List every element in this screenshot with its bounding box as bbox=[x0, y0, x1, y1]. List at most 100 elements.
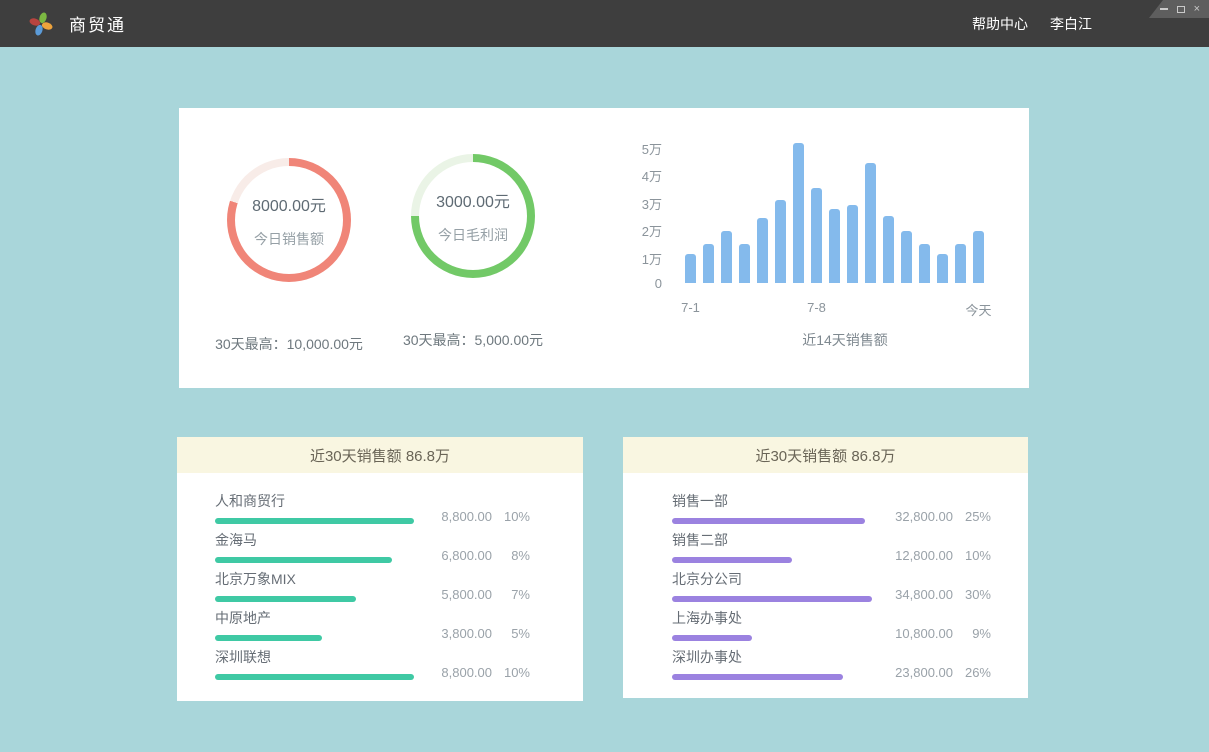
bar bbox=[901, 231, 912, 283]
list-item: 金海马 6,800.00 8% bbox=[177, 530, 583, 563]
item-percent: 10% bbox=[953, 548, 991, 563]
y-axis-tick: 0 bbox=[622, 276, 662, 291]
item-label: 金海马 bbox=[215, 530, 392, 550]
item-progress-bar bbox=[215, 596, 356, 602]
y-axis-tick: 4万 bbox=[622, 166, 662, 185]
list-item: 北京万象MIX 5,800.00 7% bbox=[177, 569, 583, 602]
departments-sales-card: 近30天销售额 86.8万 销售一部 32,800.00 25% 销售二部 12… bbox=[623, 437, 1028, 698]
close-icon[interactable]: × bbox=[1194, 4, 1200, 14]
item-progress-bar bbox=[672, 557, 792, 563]
item-label: 上海办事处 bbox=[672, 608, 752, 628]
bar bbox=[775, 200, 786, 283]
y-axis-tick: 5万 bbox=[622, 139, 662, 158]
app-title: 商贸通 bbox=[69, 11, 126, 36]
customers-sales-card: 近30天销售额 86.8万 人和商贸行 8,800.00 10% 金海马 6,8… bbox=[177, 437, 583, 701]
list-item: 深圳联想 8,800.00 10% bbox=[177, 647, 583, 680]
item-percent: 25% bbox=[953, 509, 991, 524]
help-center-link[interactable]: 帮助中心 bbox=[972, 14, 1028, 34]
today-sales-30d-max: 30天最高：10,000.00元 bbox=[215, 334, 363, 354]
today-profit-30d-max: 30天最高：5,000.00元 bbox=[403, 330, 543, 350]
minimize-icon[interactable] bbox=[1160, 8, 1168, 10]
item-value: 8,800.00 bbox=[441, 665, 492, 680]
today-profit-label: 今日毛利润 bbox=[438, 225, 508, 245]
item-value: 12,800.00 bbox=[895, 548, 953, 563]
item-percent: 5% bbox=[492, 626, 530, 641]
bar-chart-title: 近14天销售额 bbox=[802, 330, 888, 350]
window-controls: × bbox=[1149, 0, 1209, 18]
item-label: 人和商贸行 bbox=[215, 491, 414, 511]
bar bbox=[703, 244, 714, 283]
item-label: 北京分公司 bbox=[672, 569, 872, 589]
list-item: 销售二部 12,800.00 10% bbox=[623, 530, 1028, 563]
bar bbox=[865, 163, 876, 283]
y-axis-tick: 1万 bbox=[622, 249, 662, 268]
bar bbox=[739, 244, 750, 283]
item-value: 5,800.00 bbox=[441, 587, 492, 602]
today-sales-label: 今日销售额 bbox=[254, 229, 324, 249]
bar-chart-bars bbox=[685, 142, 984, 283]
today-profit-value: 3000.00元 bbox=[436, 188, 510, 212]
maximize-icon[interactable] bbox=[1177, 6, 1185, 13]
list-item: 北京分公司 34,800.00 30% bbox=[623, 569, 1028, 602]
item-progress-bar bbox=[215, 557, 392, 563]
item-progress-bar bbox=[672, 635, 752, 641]
item-percent: 10% bbox=[492, 665, 530, 680]
y-axis-tick: 2万 bbox=[622, 221, 662, 240]
username[interactable]: 李白江 bbox=[1050, 14, 1092, 34]
item-value: 10,800.00 bbox=[895, 626, 953, 641]
item-value: 3,800.00 bbox=[441, 626, 492, 641]
today-sales-block: 8000.00元 今日销售额 30天最高：10,000.00元 bbox=[194, 158, 384, 354]
item-value: 23,800.00 bbox=[895, 665, 953, 680]
list-item: 深圳办事处 23,800.00 26% bbox=[623, 647, 1028, 680]
bar bbox=[793, 143, 804, 283]
item-value: 32,800.00 bbox=[895, 509, 953, 524]
today-profit-block: 3000.00元 今日毛利润 30天最高：5,000.00元 bbox=[378, 154, 568, 350]
y-axis-tick: 3万 bbox=[622, 194, 662, 213]
today-sales-donut-chart: 8000.00元 今日销售额 bbox=[227, 158, 351, 282]
item-progress-bar bbox=[215, 518, 414, 524]
item-progress-bar bbox=[215, 674, 414, 680]
x-axis-tick: 7-1 bbox=[681, 300, 700, 315]
bar bbox=[883, 216, 894, 283]
item-value: 34,800.00 bbox=[895, 587, 953, 602]
item-percent: 30% bbox=[953, 587, 991, 602]
item-percent: 8% bbox=[492, 548, 530, 563]
pinwheel-logo-icon bbox=[28, 11, 54, 37]
item-percent: 26% bbox=[953, 665, 991, 680]
list-item: 中原地产 3,800.00 5% bbox=[177, 608, 583, 641]
item-label: 北京万象MIX bbox=[215, 569, 356, 589]
today-sales-value: 8000.00元 bbox=[252, 192, 326, 216]
item-value: 8,800.00 bbox=[441, 509, 492, 524]
bar bbox=[937, 254, 948, 283]
x-axis-tick: 今天 bbox=[965, 300, 991, 319]
customers-card-title: 近30天销售额 86.8万 bbox=[177, 437, 583, 473]
item-progress-bar bbox=[672, 596, 872, 602]
bar bbox=[955, 244, 966, 283]
bar bbox=[829, 209, 840, 283]
item-label: 深圳联想 bbox=[215, 647, 414, 667]
bar bbox=[919, 244, 930, 283]
bar bbox=[811, 188, 822, 283]
today-profit-donut-chart: 3000.00元 今日毛利润 bbox=[411, 154, 535, 278]
departments-card-title: 近30天销售额 86.8万 bbox=[623, 437, 1028, 473]
bar bbox=[757, 218, 768, 283]
item-progress-bar bbox=[672, 674, 843, 680]
summary-card: 8000.00元 今日销售额 30天最高：10,000.00元 3000.00元… bbox=[179, 108, 1029, 388]
x-axis-tick: 7-8 bbox=[807, 300, 826, 315]
item-label: 销售二部 bbox=[672, 530, 792, 550]
item-percent: 7% bbox=[492, 587, 530, 602]
bar bbox=[721, 231, 732, 283]
item-label: 中原地产 bbox=[215, 608, 322, 628]
item-label: 销售一部 bbox=[672, 491, 865, 511]
list-item: 销售一部 32,800.00 25% bbox=[623, 491, 1028, 524]
item-label: 深圳办事处 bbox=[672, 647, 843, 667]
bar bbox=[685, 254, 696, 283]
item-value: 6,800.00 bbox=[441, 548, 492, 563]
list-item: 人和商贸行 8,800.00 10% bbox=[177, 491, 583, 524]
bar bbox=[847, 205, 858, 283]
item-percent: 9% bbox=[953, 626, 991, 641]
item-progress-bar bbox=[672, 518, 865, 524]
bar bbox=[973, 231, 984, 283]
titlebar: 商贸通 帮助中心 李白江 × bbox=[0, 0, 1209, 47]
list-item: 上海办事处 10,800.00 9% bbox=[623, 608, 1028, 641]
